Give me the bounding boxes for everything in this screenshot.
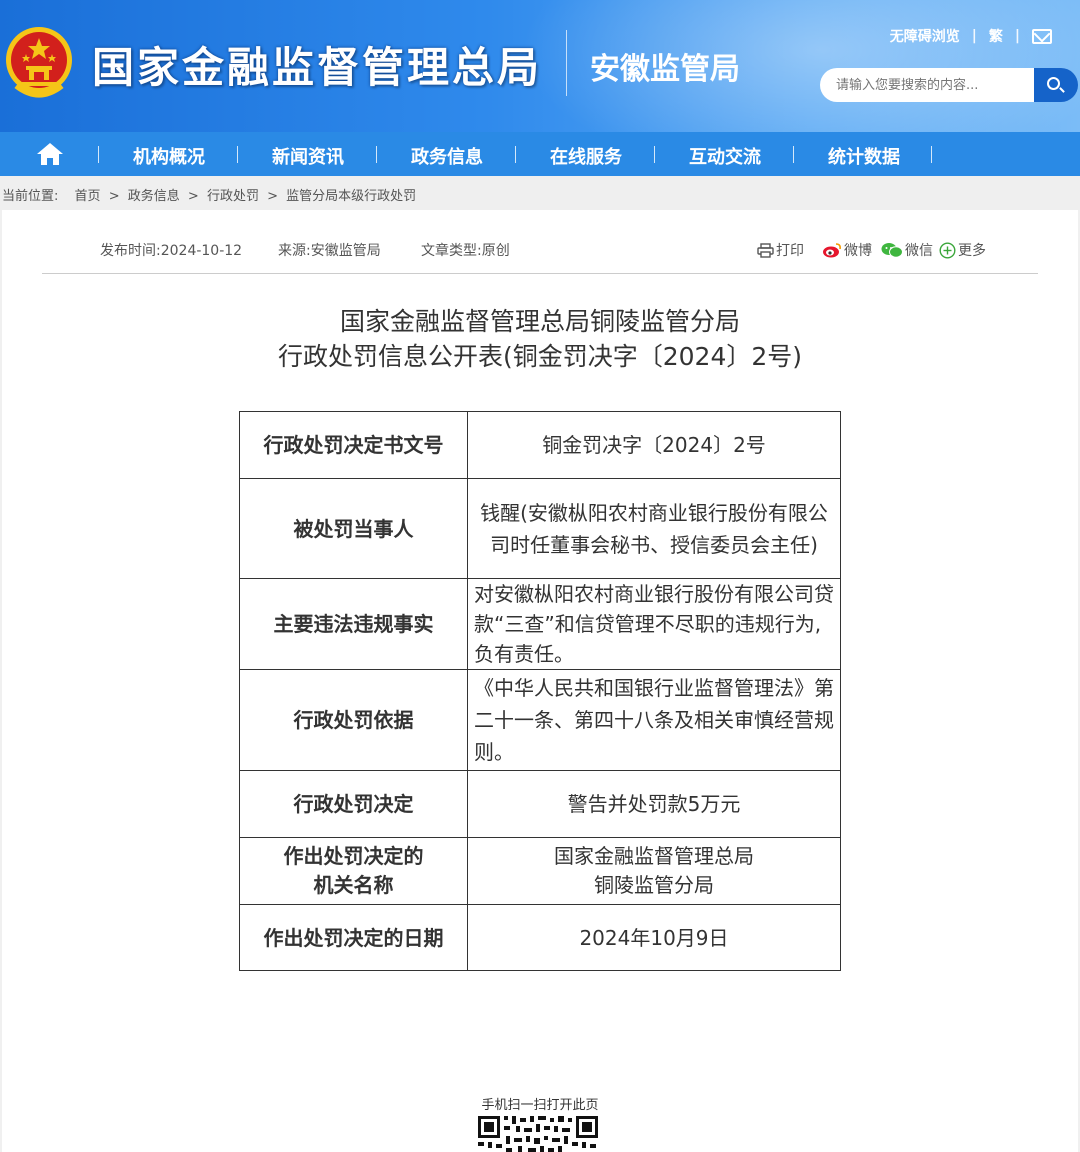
nav-item-online-services[interactable]: 在线服务: [550, 143, 622, 169]
title-divider: [566, 30, 567, 96]
row-value: 警告并处罚款5万元: [467, 770, 841, 838]
nav-item-news[interactable]: 新闻资讯: [272, 143, 344, 169]
row-value: 铜金罚决字〔2024〕2号: [467, 411, 841, 479]
wechat-icon: [881, 243, 903, 258]
plus-circle-icon: [939, 241, 956, 259]
breadcrumb-government-info[interactable]: 政务信息: [128, 189, 180, 204]
row-value: 2024年10月9日: [467, 904, 841, 971]
share-weibo-button[interactable]: 微博: [822, 240, 872, 260]
nav-separator: [931, 146, 932, 163]
row-value-line: 铜陵监管分局: [594, 873, 714, 897]
document-title-line2: 行政处罚信息公开表(铜金罚决字〔2024〕2号): [277, 342, 803, 371]
qr-label: 手机扫一扫打开此页: [481, 1098, 599, 1113]
row-value: 国家金融监督管理总局 铜陵监管分局: [467, 837, 841, 905]
mail-icon[interactable]: [1032, 28, 1052, 44]
breadcrumb-label: 当前位置:: [2, 189, 59, 204]
nav-item-government-info[interactable]: 政务信息: [411, 143, 483, 169]
row-key: 作出处罚决定的日期: [239, 904, 468, 971]
nav-item-statistics[interactable]: 统计数据: [828, 143, 900, 169]
breadcrumb: 当前位置: 首页 > 政务信息 > 行政处罚 > 监管分局本级行政处罚: [0, 176, 1080, 210]
share-wechat-button[interactable]: 微信: [881, 240, 933, 260]
publish-time: 发布时间:2024-10-12: [100, 243, 243, 259]
qr-code: [476, 1114, 600, 1152]
row-key: 被处罚当事人: [239, 478, 468, 579]
row-key: 作出处罚决定的 机关名称: [239, 837, 468, 905]
wechat-label: 微信: [905, 243, 933, 259]
article-source: 来源:安徽监管局: [278, 243, 381, 259]
search-button[interactable]: [1034, 68, 1078, 102]
table-row: 作出处罚决定的 机关名称 国家金融监督管理总局 铜陵监管分局: [239, 837, 841, 905]
row-value: 对安徽枞阳农村商业银行股份有限公司贷款“三查”和信贷管理不尽职的违规行为,负有责…: [467, 578, 841, 670]
row-key: 行政处罚决定: [239, 770, 468, 838]
nav-separator: [376, 146, 377, 163]
row-value-line: 国家金融监督管理总局: [554, 844, 754, 868]
document-title-line1: 国家金融监督管理总局铜陵监管分局: [339, 307, 740, 336]
breadcrumb-separator: >: [187, 189, 199, 204]
breadcrumb-home[interactable]: 首页: [75, 189, 101, 204]
utility-links: 无障碍浏览 | 繁 |: [890, 26, 1052, 46]
weibo-icon: [823, 243, 841, 258]
site-header: 国家金融监督管理总局 安徽监管局 无障碍浏览 | 繁 |: [0, 0, 1080, 132]
traditional-chinese-link[interactable]: 繁: [989, 26, 1003, 46]
nav-separator: [793, 146, 794, 163]
row-key: 主要违法违规事实: [239, 578, 468, 670]
nav-separator: [237, 146, 238, 163]
article-panel: 发布时间:2024-10-12 来源:安徽监管局 文章类型:原创 打印 微博 微…: [2, 210, 1078, 1152]
row-key: 行政处罚依据: [239, 669, 468, 771]
national-emblem-icon[interactable]: [4, 24, 74, 100]
article-type: 文章类型:原创: [421, 243, 510, 259]
table-row: 主要违法违规事实 对安徽枞阳农村商业银行股份有限公司贷款“三查”和信贷管理不尽职…: [239, 578, 841, 670]
table-row: 行政处罚依据 《中华人民共和国银行业监督管理法》第二十一条、第四十八条及相关审慎…: [239, 669, 841, 771]
print-button[interactable]: 打印: [757, 240, 804, 260]
breadcrumb-separator: >: [267, 189, 278, 204]
home-icon[interactable]: [36, 142, 64, 166]
share-more-button[interactable]: 更多: [939, 240, 986, 260]
nav-separator: [515, 146, 516, 163]
util-separator: |: [1014, 28, 1020, 44]
breadcrumb-separator: >: [108, 189, 120, 204]
table-row: 行政处罚决定书文号 铜金罚决字〔2024〕2号: [239, 411, 841, 479]
row-value: 《中华人民共和国银行业监督管理法》第二十一条、第四十八条及相关审慎经营规则。: [467, 669, 841, 771]
site-title: 国家金融监督管理总局: [92, 43, 543, 92]
row-key-line: 作出处罚决定的: [283, 844, 424, 868]
penalty-info-table: 行政处罚决定书文号 铜金罚决字〔2024〕2号 被处罚当事人 钱醒(安徽枞阳农村…: [239, 411, 841, 971]
table-row: 行政处罚决定 警告并处罚款5万元: [239, 770, 841, 838]
weibo-label: 微博: [844, 243, 872, 259]
breadcrumb-branch-penalties[interactable]: 监管分局本级行政处罚: [286, 189, 416, 204]
row-key: 行政处罚决定书文号: [239, 411, 468, 479]
util-separator: |: [971, 28, 977, 44]
main-nav: 机构概况 新闻资讯 政务信息 在线服务 互动交流 统计数据: [0, 132, 1080, 176]
more-label: 更多: [958, 243, 986, 259]
meta-divider: [42, 273, 1038, 274]
nav-item-interaction[interactable]: 互动交流: [689, 143, 761, 169]
search-icon-handle: [1059, 87, 1065, 93]
search-input[interactable]: [820, 68, 1034, 102]
table-row: 作出处罚决定的日期 2024年10月9日: [239, 904, 841, 971]
print-label: 打印: [776, 243, 804, 259]
printer-icon: [757, 242, 774, 258]
nav-item-about[interactable]: 机构概况: [133, 143, 205, 169]
nav-separator: [654, 146, 655, 163]
table-row: 被处罚当事人 钱醒(安徽枞阳农村商业银行股份有限公司时任董事会秘书、授信委员会主…: [239, 478, 841, 579]
row-key-line: 机关名称: [313, 873, 394, 897]
branch-title: 安徽监管局: [590, 52, 740, 87]
breadcrumb-penalties[interactable]: 行政处罚: [207, 189, 259, 204]
accessible-browse-link[interactable]: 无障碍浏览: [890, 26, 960, 46]
nav-separator: [98, 146, 99, 163]
row-value: 钱醒(安徽枞阳农村商业银行股份有限公司时任董事会秘书、授信委员会主任): [467, 478, 841, 579]
